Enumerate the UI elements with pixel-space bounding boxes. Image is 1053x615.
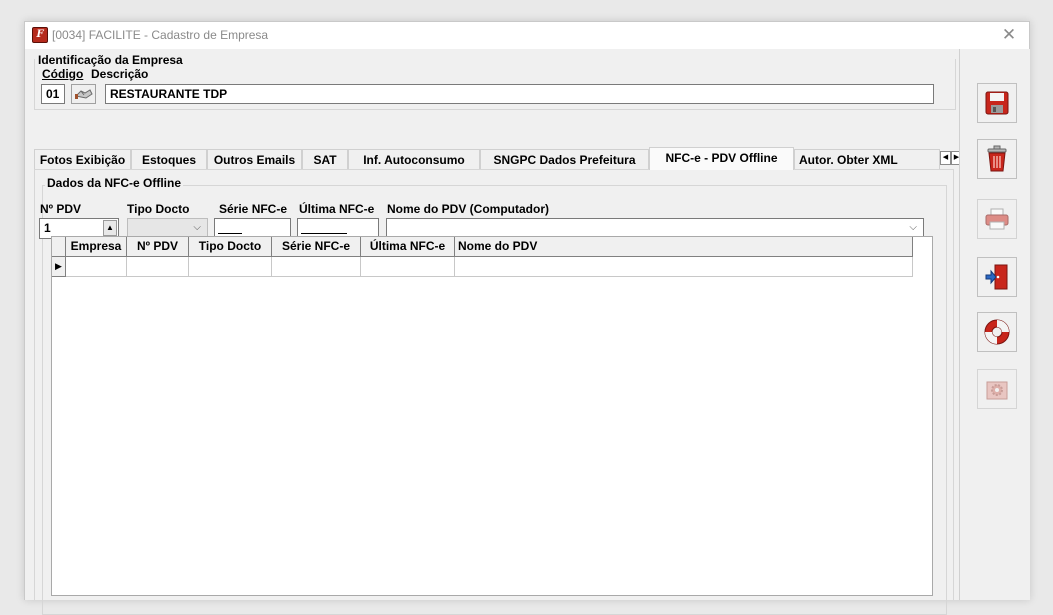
tab-scroll-left-button[interactable]: ◀	[940, 151, 951, 165]
lookup-button[interactable]	[71, 84, 96, 104]
tab-inf-autoconsumo[interactable]: Inf. Autoconsumo	[348, 149, 480, 169]
side-toolbar	[959, 49, 1030, 600]
delete-button[interactable]	[977, 139, 1017, 179]
codigo-field[interactable]: 01	[41, 84, 65, 104]
app-icon: F	[32, 27, 48, 43]
save-button[interactable]	[977, 83, 1017, 123]
codigo-label: Código	[42, 67, 84, 81]
close-button[interactable]: ✕	[989, 22, 1029, 49]
current-row-indicator-icon: ▶	[52, 257, 66, 277]
grid-header: Empresa Nº PDV Tipo Docto Série NFC-e Úl…	[52, 237, 913, 257]
tab-nfce-pdv-offline[interactable]: NFC-e - PDV Offline	[649, 147, 794, 170]
col-ultima-nfce[interactable]: Última NFC-e	[361, 237, 455, 257]
tab-fotos-exibicao[interactable]: Fotos Exibição	[34, 149, 131, 169]
npdv-value: 1	[44, 221, 51, 235]
help-lifebuoy-icon	[984, 319, 1010, 345]
col-nome-pdv[interactable]: Nome do PDV	[455, 237, 913, 257]
col-serie-nfce[interactable]: Série NFC-e	[272, 237, 361, 257]
descricao-field[interactable]: RESTAURANTE TDP	[105, 84, 934, 104]
tab-strip: Fotos Exibição Estoques Outros Emails SA…	[34, 147, 962, 170]
window-title: [0034] FACILITE - Cadastro de Empresa	[52, 28, 269, 42]
help-button[interactable]	[977, 312, 1017, 352]
descricao-label: Descrição	[91, 67, 149, 81]
cell-serie-nfce[interactable]	[272, 257, 361, 277]
main-window: F [0034] FACILITE - Cadastro de Empresa …	[24, 21, 1030, 615]
ultima-mask	[301, 233, 347, 234]
col-npdv[interactable]: Nº PDV	[127, 237, 189, 257]
chevron-down-icon: ⌵	[909, 222, 917, 233]
content-area: Identificação da Empresa Código Descriçã…	[25, 49, 1030, 615]
nfce-group-title: Dados da NFC-e Offline	[45, 176, 184, 190]
tipo-docto-label: Tipo Docto	[127, 202, 190, 216]
col-empresa[interactable]: Empresa	[66, 237, 127, 257]
settings-button[interactable]	[977, 369, 1017, 409]
cell-tipo-docto[interactable]	[189, 257, 272, 277]
identification-group-title: Identificação da Empresa	[38, 53, 183, 67]
print-icon	[985, 208, 1009, 230]
cell-nome-pdv[interactable]	[455, 257, 913, 277]
tab-sngpc-dados-prefeitura[interactable]: SNGPC Dados Prefeitura	[480, 149, 649, 169]
pdv-grid[interactable]: Empresa Nº PDV Tipo Docto Série NFC-e Úl…	[51, 236, 933, 596]
save-icon	[985, 91, 1009, 115]
serie-mask	[218, 233, 242, 234]
settings-icon	[986, 381, 1008, 400]
tab-panel-nfce: Dados da NFC-e Offline Nº PDV Tipo Docto…	[34, 169, 954, 615]
exit-icon	[985, 264, 1008, 290]
cell-empresa[interactable]	[66, 257, 127, 277]
serie-nfce-label: Série NFC-e	[219, 202, 288, 216]
title-bar: F [0034] FACILITE - Cadastro de Empresa …	[25, 22, 1029, 49]
tab-outros-emails[interactable]: Outros Emails	[207, 149, 302, 169]
col-tipo-docto[interactable]: Tipo Docto	[189, 237, 272, 257]
ultima-nfce-label: Última NFC-e	[299, 202, 375, 216]
exit-button[interactable]	[977, 257, 1017, 297]
spin-up-button[interactable]: ▲	[103, 220, 117, 236]
cell-ultima-nfce[interactable]	[361, 257, 455, 277]
table-row[interactable]: ▶	[52, 257, 913, 277]
print-button[interactable]	[977, 199, 1017, 239]
trash-icon	[987, 145, 1007, 172]
grid-indicator-header	[52, 237, 66, 257]
tab-autor-obter-xml[interactable]: Autor. Obter XML	[794, 149, 940, 169]
tab-estoques[interactable]: Estoques	[131, 149, 207, 169]
handshake-icon	[74, 89, 93, 99]
cell-npdv[interactable]	[127, 257, 189, 277]
chevron-down-icon: ⌵	[193, 222, 201, 233]
nome-pdv-label: Nome do PDV (Computador)	[387, 202, 549, 216]
npdv-label: Nº PDV	[40, 202, 82, 216]
tab-sat[interactable]: SAT	[302, 149, 348, 169]
